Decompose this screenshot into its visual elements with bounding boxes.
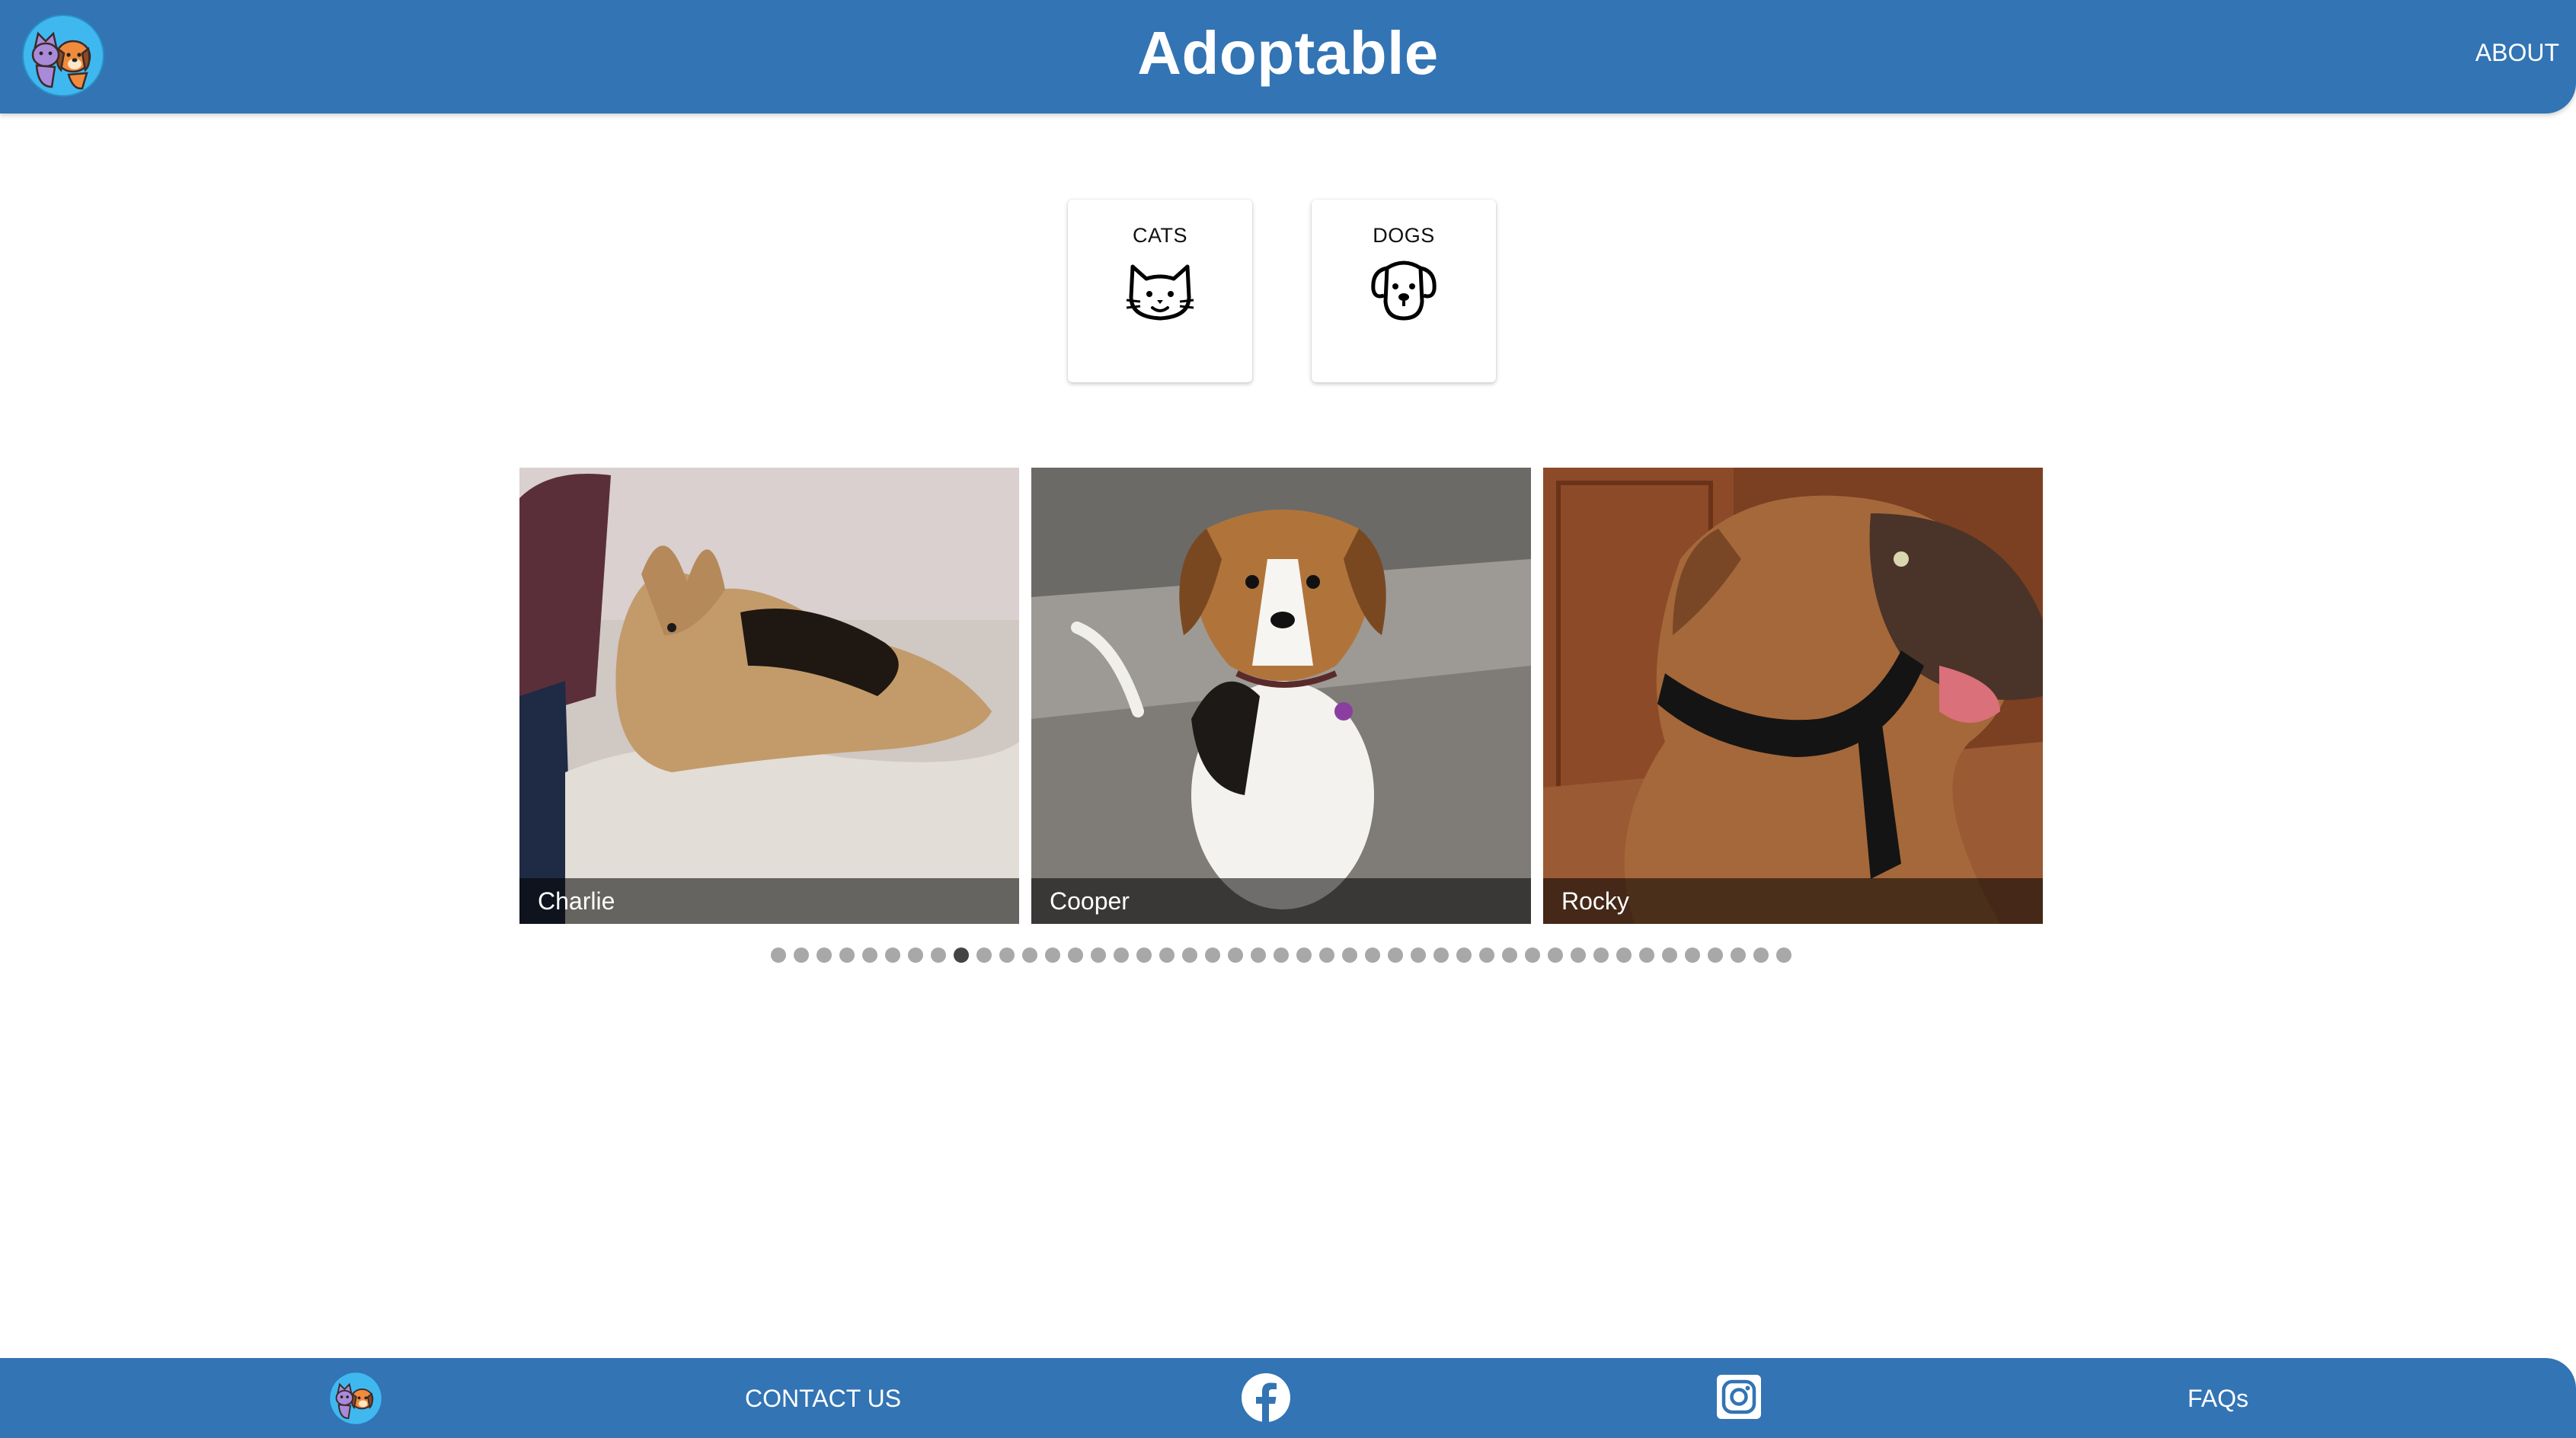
carousel-dot[interactable] — [817, 947, 832, 963]
carousel-dot[interactable] — [1433, 947, 1449, 963]
pet-photo-charlie — [519, 468, 1019, 924]
carousel-dot[interactable] — [1753, 947, 1769, 963]
carousel-dot[interactable] — [1274, 947, 1289, 963]
carousel-dot[interactable] — [1068, 947, 1083, 963]
carousel-dot[interactable] — [1114, 947, 1129, 963]
carousel-dot[interactable] — [999, 947, 1015, 963]
site-title: Adoptable — [1137, 19, 1439, 87]
contact-us-link[interactable]: CONTACT US — [745, 1381, 901, 1416]
pet-name-rocky: Rocky — [1543, 878, 2043, 924]
category-label-cats: CATS — [1132, 224, 1187, 247]
pet-photo-rocky — [1543, 468, 2043, 924]
pet-photo-cooper — [1031, 468, 1531, 924]
carousel-dot[interactable] — [1776, 947, 1791, 963]
carousel-dot[interactable] — [1365, 947, 1380, 963]
faqs-link[interactable]: FAQs — [2188, 1381, 2248, 1416]
carousel-dot[interactable] — [908, 947, 923, 963]
carousel-dot[interactable] — [1479, 947, 1494, 963]
carousel-dot[interactable] — [839, 947, 855, 963]
carousel-dot[interactable] — [1525, 947, 1540, 963]
carousel-dot[interactable] — [1571, 947, 1586, 963]
carousel-dot[interactable] — [1045, 947, 1060, 963]
carousel-dot[interactable] — [1205, 947, 1220, 963]
footer-bar: CONTACT US FAQs — [0, 1358, 2576, 1438]
logo-icon[interactable] — [329, 1372, 382, 1425]
carousel-pagination — [771, 947, 1791, 964]
carousel-dot[interactable] — [1639, 947, 1654, 963]
pet-name-charlie: Charlie — [519, 878, 1019, 924]
carousel-dot[interactable] — [1022, 947, 1037, 963]
carousel-dot[interactable] — [1593, 947, 1609, 963]
carousel-dot[interactable] — [771, 947, 786, 963]
carousel-dot[interactable] — [1411, 947, 1426, 963]
carousel-dot[interactable] — [954, 947, 969, 963]
dog-face-icon — [1371, 260, 1437, 321]
carousel-dot[interactable] — [1296, 947, 1312, 963]
about-link[interactable]: ABOUT — [2475, 35, 2559, 70]
carousel-dot[interactable] — [1502, 947, 1517, 963]
pet-name-cooper: Cooper — [1031, 878, 1531, 924]
carousel-dot[interactable] — [1251, 947, 1266, 963]
cat-face-icon — [1126, 264, 1194, 321]
carousel-dot[interactable] — [1731, 947, 1746, 963]
carousel-dot[interactable] — [1182, 947, 1197, 963]
carousel-dot[interactable] — [1136, 947, 1152, 963]
carousel-dot[interactable] — [1685, 947, 1700, 963]
carousel-dot[interactable] — [1319, 947, 1334, 963]
category-card-dogs[interactable]: DOGS — [1312, 200, 1496, 382]
pet-card-cooper[interactable]: Cooper — [1031, 468, 1531, 924]
instagram-icon[interactable] — [1717, 1375, 1761, 1419]
pet-card-charlie[interactable]: Charlie — [519, 468, 1019, 924]
facebook-icon[interactable] — [1242, 1373, 1290, 1422]
carousel-dot[interactable] — [1708, 947, 1723, 963]
category-label-dogs: DOGS — [1373, 224, 1435, 247]
carousel-dot[interactable] — [1548, 947, 1563, 963]
carousel-dot[interactable] — [1159, 947, 1175, 963]
carousel-dot[interactable] — [885, 947, 900, 963]
carousel-dot[interactable] — [794, 947, 809, 963]
carousel-dot[interactable] — [976, 947, 992, 963]
carousel-dot[interactable] — [1091, 947, 1106, 963]
carousel-dot[interactable] — [1456, 947, 1472, 963]
carousel-dot[interactable] — [1388, 947, 1403, 963]
page: Adoptable ABOUT CATS DOGS Charlie Cooper… — [0, 0, 2576, 1438]
carousel-dot[interactable] — [1662, 947, 1677, 963]
carousel-dot[interactable] — [931, 947, 946, 963]
carousel-dot[interactable] — [862, 947, 877, 963]
pet-card-rocky[interactable]: Rocky — [1543, 468, 2043, 924]
carousel-dot[interactable] — [1342, 947, 1357, 963]
category-card-cats[interactable]: CATS — [1068, 200, 1252, 382]
header-bar: Adoptable ABOUT — [0, 0, 2576, 113]
carousel-dot[interactable] — [1616, 947, 1632, 963]
carousel-dot[interactable] — [1228, 947, 1243, 963]
